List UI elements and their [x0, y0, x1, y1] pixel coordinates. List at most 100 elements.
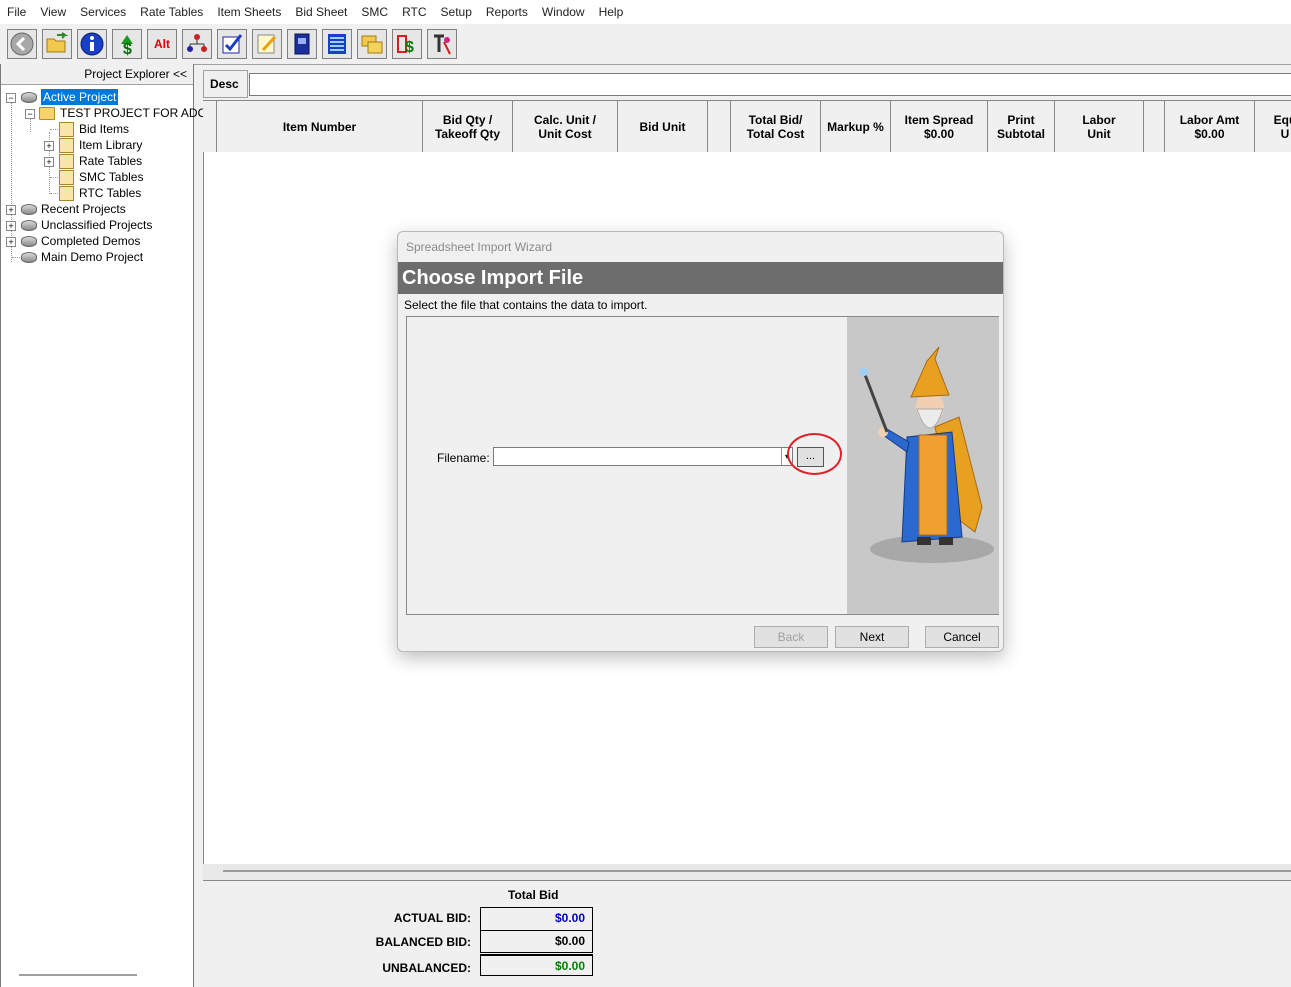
collapse-toggle[interactable]: −: [25, 109, 35, 119]
grid-horizontal-scrollbar[interactable]: [203, 864, 1291, 880]
expand-toggle[interactable]: +: [6, 221, 16, 231]
org-chart-icon: [187, 34, 207, 52]
open-project-button[interactable]: [42, 29, 72, 59]
balanced-bid-value: $0.00: [554, 934, 585, 948]
toolbar: $ Alt $: [0, 24, 1291, 65]
wizard-icon: [847, 317, 999, 614]
tree-item-smc-tables[interactable]: SMC Tables: [59, 169, 143, 185]
menu-window[interactable]: Window: [535, 5, 592, 19]
column-label: Labor Amt: [1179, 112, 1240, 127]
menu-rate-tables[interactable]: Rate Tables: [133, 5, 210, 19]
spreadsheet-button[interactable]: [322, 29, 352, 59]
menu-smc[interactable]: SMC: [354, 5, 395, 19]
alt-button[interactable]: Alt: [147, 29, 177, 59]
tree-item-rtc-tables[interactable]: RTC Tables: [59, 185, 141, 201]
menu-help[interactable]: Help: [592, 5, 631, 19]
menu-file[interactable]: File: [0, 5, 33, 19]
column-markup[interactable]: Markup %: [821, 101, 891, 152]
column-equipment[interactable]: EquU: [1255, 101, 1291, 152]
collapse-toggle[interactable]: −: [6, 93, 16, 103]
org-chart-button[interactable]: [182, 29, 212, 59]
cancel-button[interactable]: Cancel: [925, 626, 999, 648]
tree-item-project[interactable]: TEST PROJECT FOR ADO: [39, 105, 207, 121]
column-label: Subtotal: [997, 126, 1045, 141]
table-icon: [59, 137, 74, 153]
back-button[interactable]: Back: [754, 626, 828, 648]
back-icon: [10, 32, 34, 56]
tree-item-rate-tables[interactable]: Rate Tables: [59, 153, 142, 169]
column-labor-unit[interactable]: Labor Unit: [1055, 101, 1144, 152]
dialog-content-panel: Filename: ▾ ...: [406, 316, 999, 615]
column-label: Bid Unit: [639, 119, 686, 134]
tree-item-label: Rate Tables: [79, 154, 143, 168]
tree-item-item-library[interactable]: Item Library: [59, 137, 142, 153]
folder-icon: [39, 106, 55, 120]
column-print-subtotal[interactable]: Print Subtotal: [988, 101, 1055, 152]
column-total-bid[interactable]: Total Bid/Total Cost: [731, 101, 821, 152]
checklist-button[interactable]: [217, 29, 247, 59]
column-bid-unit[interactable]: Bid Unit: [618, 101, 708, 152]
dollar-transfer-button[interactable]: $: [392, 29, 422, 59]
column-calc-unit[interactable]: Calc. Unit / Unit Cost: [513, 101, 618, 152]
balanced-bid-label: BALANCED BID:: [375, 935, 471, 949]
notepad-button[interactable]: [252, 29, 282, 59]
annotation-circle: [787, 433, 842, 475]
menu-services[interactable]: Services: [73, 5, 133, 19]
table-icon: [59, 185, 74, 201]
filename-combobox[interactable]: ▾: [493, 447, 793, 466]
column-label: $0.00: [923, 126, 955, 141]
row-selector-header: [203, 101, 217, 152]
checklist-icon: [222, 34, 243, 54]
folders-button[interactable]: [357, 29, 387, 59]
column-item-spread[interactable]: Item Spread $0.00: [891, 101, 988, 152]
tree-item-completed-demos[interactable]: Completed Demos: [21, 233, 140, 249]
expand-toggle[interactable]: +: [6, 205, 16, 215]
menu-item-sheets[interactable]: Item Sheets: [210, 5, 288, 19]
filename-label: Filename:: [437, 451, 490, 465]
book-button[interactable]: [287, 29, 317, 59]
tree-guide-line: [12, 257, 20, 258]
drive-icon: [21, 219, 37, 231]
column-label: Total Bid/: [748, 112, 803, 127]
column-labor-amt[interactable]: Labor Amt $0.00: [1165, 101, 1255, 152]
desc-bar: Desc: [203, 70, 1291, 98]
tree-item-active-project[interactable]: Active Project: [21, 89, 119, 105]
tree-item-label: Main Demo Project: [41, 250, 144, 264]
totals-divider: [481, 930, 592, 931]
next-button[interactable]: Next: [835, 626, 909, 648]
desc-input[interactable]: [249, 73, 1291, 96]
actual-bid-label: ACTUAL BID:: [393, 911, 471, 925]
table-icon: [59, 121, 74, 137]
tree-item-label: TEST PROJECT FOR ADO: [60, 106, 207, 120]
notepad-icon: [257, 34, 277, 54]
menu-setup[interactable]: Setup: [434, 5, 479, 19]
expand-toggle[interactable]: +: [6, 237, 16, 247]
bid-dollar-button[interactable]: $: [112, 29, 142, 59]
menu-bid-sheet[interactable]: Bid Sheet: [288, 5, 354, 19]
expand-toggle[interactable]: +: [44, 157, 54, 167]
scrollbar-track[interactable]: [223, 870, 1291, 872]
column-item-number[interactable]: Item Number: [217, 101, 423, 152]
column-label: Equ: [1273, 112, 1291, 127]
folders-icon: [361, 35, 383, 54]
back-button[interactable]: [7, 29, 37, 59]
tree-guide-line: [50, 129, 58, 130]
info-button[interactable]: [77, 29, 107, 59]
tree-item-unclassified-projects[interactable]: Unclassified Projects: [21, 217, 152, 233]
unbalanced-value: $0.00: [554, 959, 585, 973]
actual-bid-value: $0.00: [554, 911, 585, 925]
column-label: Unit Cost: [538, 126, 592, 141]
horizontal-scrollbar[interactable]: [19, 974, 137, 976]
spreadsheet-icon: [328, 34, 346, 54]
column-bid-qty[interactable]: Bid Qty / Takeoff Qty: [423, 101, 513, 152]
project-explorer-header[interactable]: Project Explorer <<: [1, 64, 193, 85]
menu-reports[interactable]: Reports: [479, 5, 535, 19]
unbalanced-label: UNBALANCED:: [382, 961, 471, 975]
menu-view[interactable]: View: [33, 5, 73, 19]
tree-item-bid-items[interactable]: Bid Items: [59, 121, 129, 137]
tree-item-main-demo-project[interactable]: Main Demo Project: [21, 249, 143, 265]
tree-item-recent-projects[interactable]: Recent Projects: [21, 201, 126, 217]
menu-rtc[interactable]: RTC: [395, 5, 433, 19]
wizard-tool-button[interactable]: [427, 29, 457, 59]
expand-toggle[interactable]: +: [44, 141, 54, 151]
